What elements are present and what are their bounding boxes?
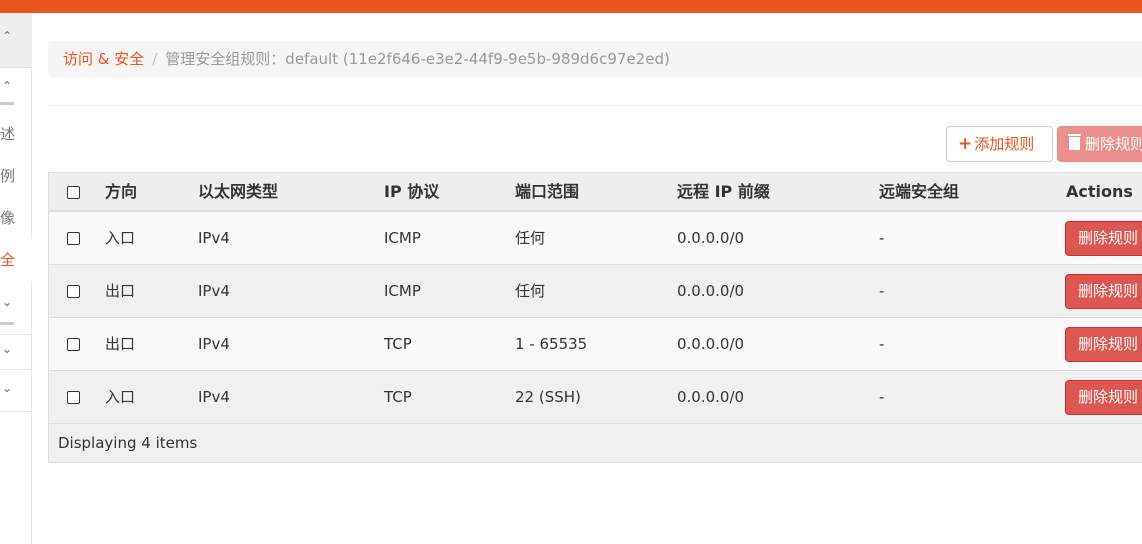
- cell-direction: 出口: [105, 335, 136, 353]
- cell-direction: 入口: [105, 388, 136, 406]
- cell-remote-group: -: [879, 335, 885, 353]
- sidebar-item-overview[interactable]: 述: [0, 124, 32, 144]
- breadcrumb: 访问 & 安全 / 管理安全组规则：default (11e2f646-e3e2-4…: [48, 41, 1142, 78]
- add-rule-label: 添加规则: [974, 135, 1035, 153]
- delete-rule-button[interactable]: 删除规则: [1065, 380, 1142, 415]
- trash-icon: [1068, 134, 1081, 150]
- table-footer: Displaying 4 items: [49, 424, 1142, 463]
- cell-remote-group: -: [879, 229, 885, 247]
- cell-ether-type: IPv4: [198, 282, 230, 300]
- table-row: 入口 IPv4 ICMP 任何 0.0.0.0/0 - 删除规则: [49, 212, 1142, 265]
- cell-remote-prefix: 0.0.0.0/0: [677, 335, 745, 353]
- sidebar-divider: [0, 322, 14, 325]
- chevron-down-icon[interactable]: ⌄: [0, 295, 14, 309]
- table-row: 入口 IPv4 TCP 22 (SSH) 0.0.0.0/0 - 删除规则: [49, 371, 1142, 424]
- cell-ether-type: IPv4: [198, 388, 230, 406]
- sidebar: ⌃ ⌃ 述 例 像 全 ⌄ ⌄ ⌄: [0, 13, 32, 544]
- select-all-checkbox[interactable]: [67, 186, 80, 199]
- delete-rule-button[interactable]: 删除规则: [1065, 221, 1142, 256]
- sidebar-item-images[interactable]: 像: [0, 208, 32, 228]
- security-group-rules-table: 方向 以太网类型 IP 协议 端口范围 远程 IP 前缀 远端安全组 Actio…: [48, 172, 1142, 463]
- cell-direction: 出口: [105, 282, 136, 300]
- chevron-down-icon[interactable]: ⌄: [0, 342, 14, 356]
- cell-ether-type: IPv4: [198, 229, 230, 247]
- delete-rule-button[interactable]: 删除规则: [1065, 327, 1142, 362]
- chevron-up-icon[interactable]: ⌃: [0, 29, 14, 43]
- sidebar-separator: [0, 411, 32, 412]
- table-header: 方向 以太网类型 IP 协议 端口范围 远程 IP 前缀 远端安全组 Actio…: [49, 172, 1142, 212]
- table-row: 出口 IPv4 ICMP 任何 0.0.0.0/0 - 删除规则: [49, 265, 1142, 318]
- column-header-actions: Actions: [1066, 182, 1133, 201]
- sidebar-item-access-security[interactable]: 全: [0, 250, 32, 270]
- column-header-remote-group[interactable]: 远端安全组: [879, 173, 959, 211]
- chevron-up-icon[interactable]: ⌃: [0, 79, 14, 93]
- cell-port-range: 任何: [515, 282, 546, 300]
- plus-icon: +: [958, 134, 973, 154]
- cell-ip-protocol: TCP: [384, 335, 412, 353]
- cell-direction: 入口: [105, 229, 136, 247]
- cell-ip-protocol: ICMP: [384, 282, 421, 300]
- column-header-remote-prefix[interactable]: 远程 IP 前缀: [677, 173, 770, 211]
- column-header-port-range[interactable]: 端口范围: [515, 173, 579, 211]
- cell-port-range: 22 (SSH): [515, 388, 581, 406]
- chevron-down-icon[interactable]: ⌄: [0, 381, 14, 395]
- cell-port-range: 任何: [515, 229, 546, 247]
- table-row: 出口 IPv4 TCP 1 - 65535 0.0.0.0/0 - 删除规则: [49, 318, 1142, 371]
- cell-remote-group: -: [879, 388, 885, 406]
- page-divider: [48, 105, 1142, 106]
- sidebar-item-instances[interactable]: 例: [0, 166, 32, 186]
- cell-remote-prefix: 0.0.0.0/0: [677, 229, 745, 247]
- column-header-ip-protocol[interactable]: IP 协议: [384, 173, 439, 211]
- delete-rules-label: 删除规则: [1085, 135, 1142, 153]
- sidebar-separator: [0, 369, 32, 370]
- sidebar-separator: [0, 334, 32, 335]
- cell-remote-prefix: 0.0.0.0/0: [677, 388, 745, 406]
- row-checkbox[interactable]: [67, 232, 80, 245]
- cell-remote-group: -: [879, 282, 885, 300]
- cell-ip-protocol: TCP: [384, 388, 412, 406]
- row-checkbox[interactable]: [67, 338, 80, 351]
- breadcrumb-separator: /: [152, 50, 158, 68]
- top-header-bar: [0, 0, 1142, 13]
- column-header-direction[interactable]: 方向: [105, 173, 137, 211]
- breadcrumb-current-page: 管理安全组规则：default (11e2f646-e3e2-44f9-9e5b…: [165, 50, 670, 68]
- delete-rules-button[interactable]: 删除规则: [1057, 126, 1142, 162]
- row-checkbox[interactable]: [67, 285, 80, 298]
- column-header-ether-type[interactable]: 以太网类型: [198, 173, 278, 211]
- add-rule-button[interactable]: + 添加规则: [946, 126, 1053, 162]
- row-checkbox[interactable]: [67, 391, 80, 404]
- sidebar-divider: [0, 102, 14, 105]
- cell-remote-prefix: 0.0.0.0/0: [677, 282, 745, 300]
- cell-port-range: 1 - 65535: [515, 335, 588, 353]
- sidebar-panel-header[interactable]: ⌃: [0, 13, 32, 68]
- cell-ether-type: IPv4: [198, 335, 230, 353]
- breadcrumb-link-access-security[interactable]: 访问 & 安全: [63, 50, 144, 68]
- delete-rule-button[interactable]: 删除规则: [1065, 274, 1142, 309]
- cell-ip-protocol: ICMP: [384, 229, 421, 247]
